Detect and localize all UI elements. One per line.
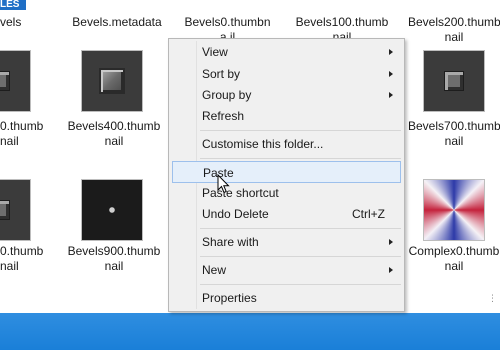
menu-item-sort-by[interactable]: Sort by <box>172 63 401 85</box>
menu-item-label: Properties <box>202 291 257 305</box>
file-item[interactable]: Complex0.thumb nail <box>408 244 500 274</box>
menu-item-label: Group by <box>202 88 252 102</box>
file-item[interactable]: Bevels700.thumb nail <box>408 119 500 149</box>
menu-item-label: Undo Delete <box>202 207 269 221</box>
file-item[interactable]: Bevels200.thumb nail <box>408 15 500 45</box>
mouse-cursor-icon <box>217 174 230 194</box>
menu-separator <box>200 256 401 257</box>
menu-item-view[interactable]: View <box>172 41 401 63</box>
menu-item-refresh[interactable]: Refresh <box>172 105 401 127</box>
thumbnail-image <box>424 180 484 240</box>
menu-item-paste-shortcut[interactable]: Paste shortcut <box>172 182 401 204</box>
thumbnail-image <box>82 51 142 111</box>
menu-item-label: Sort by <box>202 67 241 81</box>
file-label: Bevels200.thumb nail <box>408 15 500 44</box>
file-item[interactable]: Bevels900.thumb nail <box>66 244 162 274</box>
menu-item-customise-folder[interactable]: Customise this folder... <box>172 133 401 155</box>
taskbar <box>0 313 500 350</box>
menu-item-properties[interactable]: Properties <box>172 287 401 309</box>
submenu-arrow-icon <box>389 71 393 77</box>
menu-item-label: Customise this folder... <box>202 137 324 151</box>
submenu-arrow-icon <box>389 49 393 55</box>
menu-separator <box>200 130 401 131</box>
menu-item-label: Paste shortcut <box>202 186 279 200</box>
partial-file-badge: LES <box>0 0 26 10</box>
file-label: Bevels700.thumb nail <box>408 119 500 148</box>
file-item[interactable]: 0.thumb nail <box>0 119 44 149</box>
menu-item-label: New <box>202 263 227 277</box>
submenu-arrow-icon <box>389 267 393 273</box>
file-label: Bevels.metadata <box>72 15 162 29</box>
thumbnail-image <box>0 51 30 111</box>
file-label: Bevels400.thumb nail <box>67 119 161 148</box>
context-menu: View Sort by Group by Refresh Customise … <box>168 38 405 312</box>
thumbnail-image <box>424 51 484 111</box>
file-label: vels <box>0 15 22 29</box>
menu-item-label: View <box>202 45 228 59</box>
file-item[interactable]: Bevels400.thumb nail <box>66 119 162 149</box>
menu-item-label: Share with <box>202 235 259 249</box>
file-label: 0.thumb nail <box>0 244 44 273</box>
menu-item-new[interactable]: New <box>172 259 401 281</box>
menu-separator <box>200 228 401 229</box>
menu-item-label: Refresh <box>202 109 245 123</box>
menu-item-group-by[interactable]: Group by <box>172 84 401 106</box>
submenu-arrow-icon <box>389 239 393 245</box>
menu-separator <box>200 284 401 285</box>
file-label: 0.thumb nail <box>0 119 44 148</box>
menu-item-shortcut: Ctrl+Z <box>352 207 385 221</box>
submenu-arrow-icon <box>389 92 393 98</box>
menu-item-paste[interactable]: Paste <box>172 161 401 183</box>
file-label: Complex0.thumb nail <box>408 244 500 273</box>
thumbnail-image <box>82 180 142 240</box>
file-label: Bevels900.thumb nail <box>67 244 161 273</box>
menu-item-undo-delete[interactable]: Undo Delete Ctrl+Z <box>172 203 401 225</box>
file-item[interactable]: Bevels.metadata <box>72 15 162 30</box>
menu-item-share-with[interactable]: Share with <box>172 231 401 253</box>
file-item[interactable]: 0.thumb nail <box>0 244 44 274</box>
file-item[interactable]: vels <box>0 15 22 30</box>
thumbnail-image <box>0 180 30 240</box>
resize-grip-icon[interactable]: ⋮ <box>488 292 498 304</box>
menu-separator <box>200 158 401 159</box>
